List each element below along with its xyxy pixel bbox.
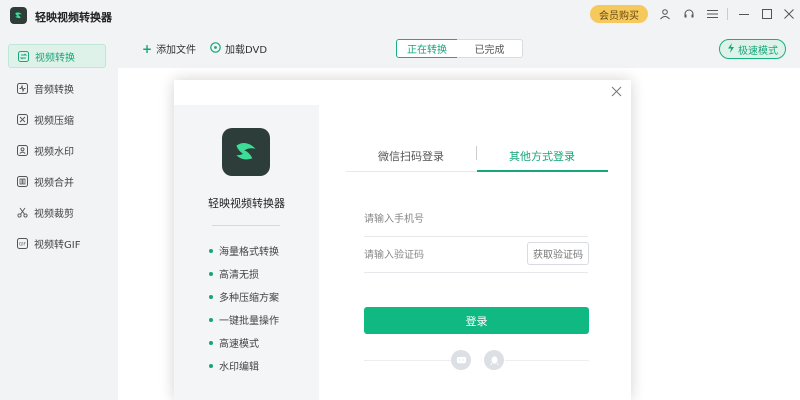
minimize-icon[interactable] <box>735 5 753 23</box>
feature-item: 多种压缩方案 <box>209 289 279 304</box>
lightning-icon <box>727 42 735 56</box>
verification-code-input[interactable] <box>364 246 524 264</box>
brand-panel: 轻映视频转换器 海量格式转换 高清无损 多种压缩方案 一键批量操作 高速模式 水… <box>174 105 319 400</box>
video-convert-icon <box>17 50 29 62</box>
sidebar-item-label: 音频转换 <box>34 84 74 96</box>
feature-item: 水印编辑 <box>209 358 259 373</box>
load-dvd-button[interactable]: 加载DVD <box>210 41 267 56</box>
tab-converting[interactable]: 正在转换 <box>396 39 458 58</box>
phone-field-underline <box>364 236 588 237</box>
get-code-button[interactable]: 获取验证码 <box>527 242 589 265</box>
sidebar-item-video-merge[interactable]: 视频合并 <box>8 169 106 193</box>
tab-wechat-login[interactable]: 微信扫码登录 <box>346 148 476 164</box>
dialog-header <box>174 80 631 105</box>
qq-login-icon[interactable] <box>484 350 504 370</box>
app-logo-icon <box>10 7 27 24</box>
title-bar: 轻映视频转换器 会员购买 <box>0 0 800 30</box>
sidebar-item-audio-convert[interactable]: 音频转换 <box>8 76 106 100</box>
sidebar-item-video-crop[interactable]: 视频裁剪 <box>8 200 106 224</box>
sidebar: 视频转换 音频转换 视频压缩 视频水印 视频合并 视频裁剪 GIF 视频转GIF <box>0 30 118 400</box>
titlebar-divider <box>727 8 728 20</box>
active-tab-indicator <box>477 170 608 172</box>
plus-icon: + <box>142 41 153 56</box>
sidebar-item-label: 视频合并 <box>34 177 74 189</box>
sidebar-item-video-convert[interactable]: 视频转换 <box>8 44 106 68</box>
code-field-underline <box>364 272 588 273</box>
audio-icon <box>16 82 28 94</box>
close-icon[interactable] <box>780 5 798 23</box>
feature-item: 海量格式转换 <box>209 243 279 258</box>
gif-icon: GIF <box>16 237 28 249</box>
sidebar-item-video-watermark[interactable]: 视频水印 <box>8 138 106 162</box>
sidebar-item-label: 视频水印 <box>34 146 74 158</box>
toolbar: + 添加文件 加载DVD 正在转换 已完成 极速模式 <box>118 30 800 68</box>
sidebar-item-video-compress[interactable]: 视频压缩 <box>8 107 106 131</box>
tab-other-login[interactable]: 其他方式登录 <box>477 148 607 164</box>
app-title: 轻映视频转换器 <box>35 11 112 24</box>
add-file-button[interactable]: + 添加文件 <box>142 41 197 57</box>
brand-divider <box>212 225 280 226</box>
scissors-icon <box>16 206 28 218</box>
sidebar-item-label: 视频转GIF <box>34 239 81 251</box>
sidebar-item-label: 视频裁剪 <box>34 208 74 220</box>
tab-completed[interactable]: 已完成 <box>457 39 523 58</box>
phone-input[interactable] <box>364 210 524 228</box>
disc-icon <box>210 41 221 56</box>
brand-logo-icon <box>222 128 270 176</box>
user-icon[interactable] <box>656 5 674 23</box>
add-file-label: 添加文件 <box>156 45 197 56</box>
vip-purchase-button[interactable]: 会员购买 <box>590 5 648 23</box>
sidebar-item-label: 视频压缩 <box>34 115 74 127</box>
load-dvd-label: 加载DVD <box>225 45 268 56</box>
login-dialog: 轻映视频转换器 海量格式转换 高清无损 多种压缩方案 一键批量操作 高速模式 水… <box>174 80 631 400</box>
brand-name: 轻映视频转换器 <box>208 197 285 210</box>
sidebar-item-video-to-gif[interactable]: GIF 视频转GIF <box>8 231 106 255</box>
turbo-mode-button[interactable]: 极速模式 <box>719 39 786 59</box>
feature-item: 高清无损 <box>209 266 259 281</box>
watermark-icon <box>16 144 28 156</box>
compress-icon <box>16 113 28 125</box>
menu-icon[interactable] <box>703 5 721 23</box>
maximize-icon[interactable] <box>758 5 776 23</box>
turbo-mode-label: 极速模式 <box>738 45 778 57</box>
sidebar-item-label: 视频转换 <box>35 52 75 64</box>
divider-line <box>505 360 589 361</box>
svg-text:GIF: GIF <box>19 241 26 246</box>
dialog-close-icon[interactable] <box>609 86 623 100</box>
headset-icon[interactable] <box>680 5 698 23</box>
divider-line <box>364 360 452 361</box>
login-button[interactable]: 登录 <box>364 307 589 334</box>
chat-login-icon[interactable] <box>451 350 471 370</box>
merge-icon <box>16 175 28 187</box>
feature-item: 一键批量操作 <box>209 312 279 327</box>
feature-item: 高速模式 <box>209 335 259 350</box>
